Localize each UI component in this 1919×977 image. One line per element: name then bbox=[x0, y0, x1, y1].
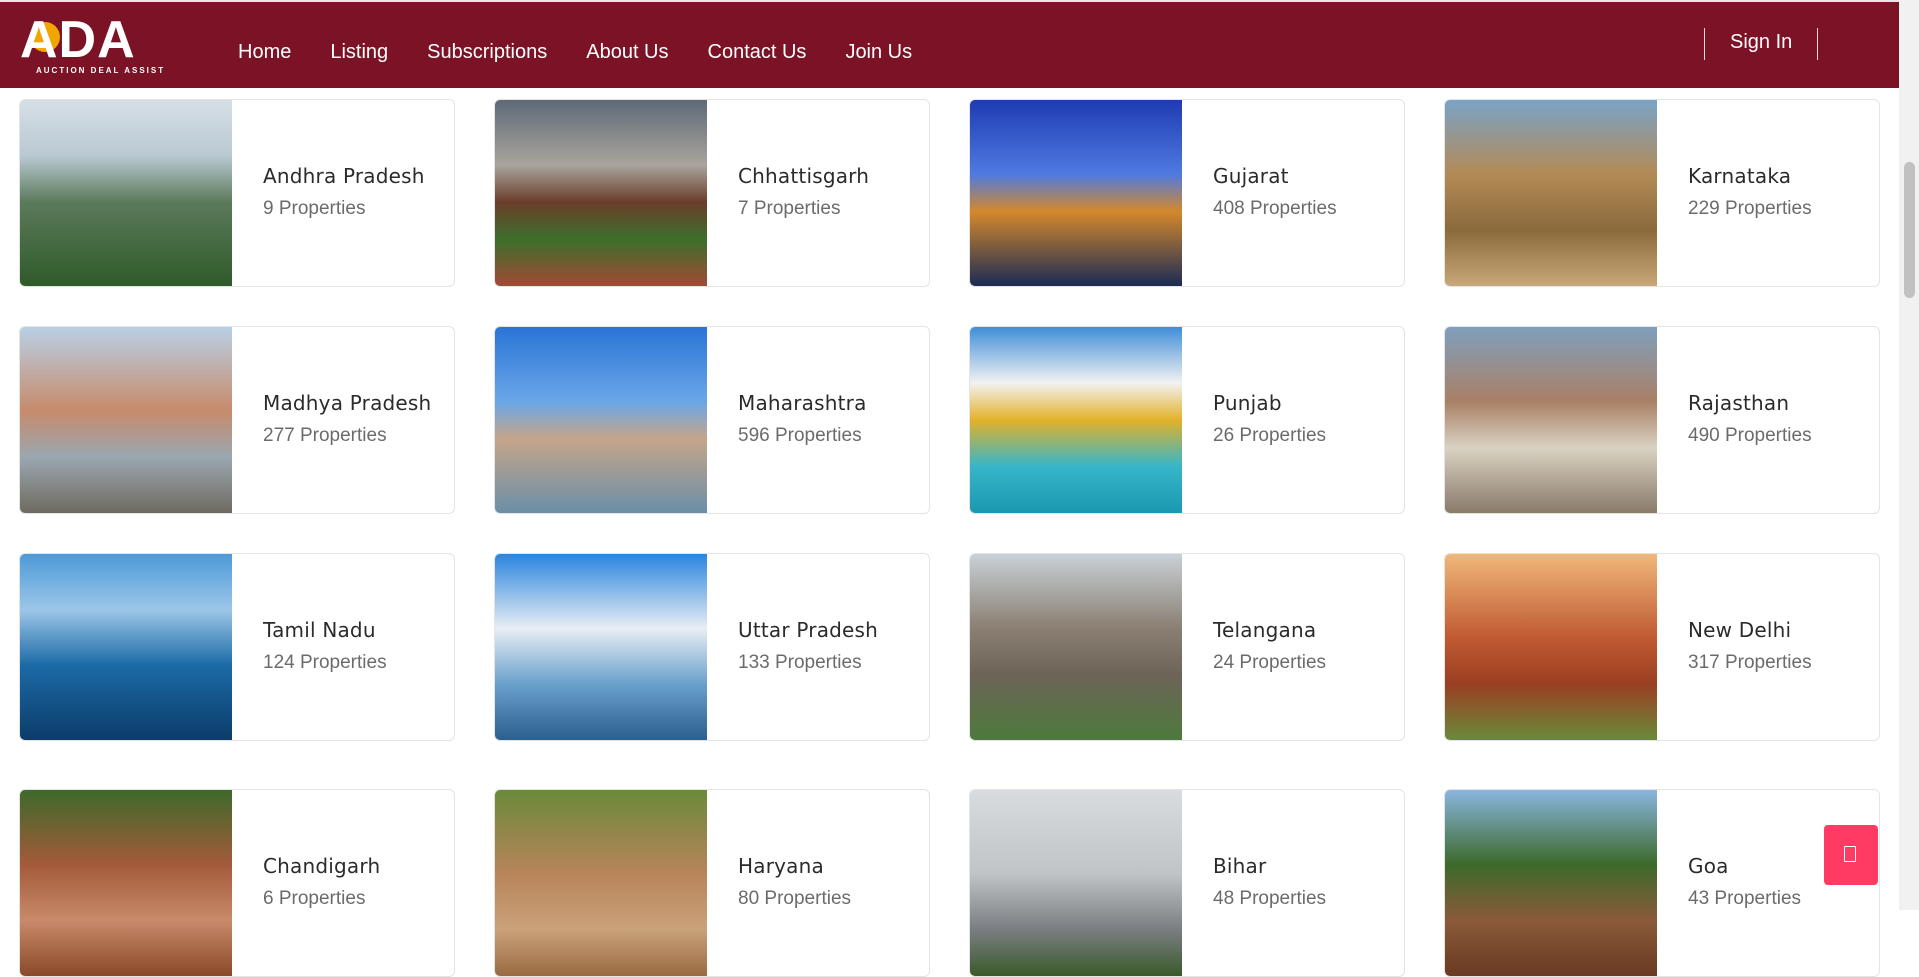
property-count: 408 Properties bbox=[1213, 198, 1337, 219]
state-card[interactable]: Andhra Pradesh 9 Properties bbox=[19, 99, 455, 287]
state-name[interactable]: Uttar Pradesh bbox=[738, 618, 878, 642]
state-info: Gujarat 408 Properties bbox=[1213, 164, 1337, 220]
state-image bbox=[970, 327, 1182, 513]
state-name[interactable]: Chhattisgarh bbox=[738, 164, 869, 188]
state-card[interactable]: Bihar 48 Properties bbox=[969, 789, 1405, 977]
state-card[interactable]: Chhattisgarh 7 Properties bbox=[494, 99, 930, 287]
state-info: Uttar Pradesh 133 Properties bbox=[738, 618, 878, 674]
state-image bbox=[970, 100, 1182, 286]
property-count: 277 Properties bbox=[263, 425, 387, 446]
state-card[interactable]: Rajasthan 490 Properties bbox=[1444, 326, 1880, 514]
state-image bbox=[970, 790, 1182, 976]
state-name[interactable]: Madhya Pradesh bbox=[263, 391, 431, 415]
state-image bbox=[1445, 327, 1657, 513]
nav-about-us[interactable]: About Us bbox=[586, 40, 668, 64]
state-image bbox=[1445, 790, 1657, 976]
property-count: 6 Properties bbox=[263, 888, 366, 909]
property-count: 80 Properties bbox=[738, 888, 852, 909]
state-name[interactable]: New Delhi bbox=[1688, 618, 1812, 642]
state-card[interactable]: Goa 43 Properties bbox=[1444, 789, 1880, 977]
property-count: 7 Properties bbox=[738, 198, 841, 219]
state-info: Telangana 24 Properties bbox=[1213, 618, 1326, 674]
state-name[interactable]: Telangana bbox=[1213, 618, 1326, 642]
state-image bbox=[495, 554, 707, 740]
nav-listing[interactable]: Listing bbox=[330, 40, 388, 64]
state-image bbox=[1445, 100, 1657, 286]
state-image bbox=[1445, 554, 1657, 740]
nav-home[interactable]: Home bbox=[238, 40, 291, 64]
state-image bbox=[20, 554, 232, 740]
nav-join-us[interactable]: Join Us bbox=[845, 40, 912, 64]
page-scrollbar[interactable] bbox=[1899, 0, 1919, 910]
floating-action-button[interactable] bbox=[1824, 825, 1878, 885]
property-count: 24 Properties bbox=[1213, 652, 1327, 673]
state-info: Karnataka 229 Properties bbox=[1688, 164, 1812, 220]
state-card[interactable]: Karnataka 229 Properties bbox=[1444, 99, 1880, 287]
header-divider-left bbox=[1704, 28, 1705, 60]
state-card[interactable]: Punjab 26 Properties bbox=[969, 326, 1405, 514]
state-image bbox=[495, 790, 707, 976]
site-header: ADA AUCTION DEAL ASSIST Home Listing Sub… bbox=[0, 0, 1899, 88]
state-info: Goa 43 Properties bbox=[1688, 854, 1801, 910]
property-count: 133 Properties bbox=[738, 652, 862, 673]
property-count: 26 Properties bbox=[1213, 425, 1327, 446]
nav-contact-us[interactable]: Contact Us bbox=[708, 40, 807, 64]
main-nav: Home Listing Subscriptions About Us Cont… bbox=[238, 40, 951, 64]
state-name[interactable]: Bihar bbox=[1213, 854, 1326, 878]
state-name[interactable]: Andhra Pradesh bbox=[263, 164, 425, 188]
ada-logo[interactable]: ADA AUCTION DEAL ASSIST bbox=[16, 11, 172, 78]
state-name[interactable]: Goa bbox=[1688, 854, 1801, 878]
copy-icon bbox=[1844, 846, 1856, 862]
state-info: Madhya Pradesh 277 Properties bbox=[263, 391, 431, 447]
state-card[interactable]: Gujarat 408 Properties bbox=[969, 99, 1405, 287]
state-card[interactable]: Maharashtra 596 Properties bbox=[494, 326, 930, 514]
property-count: 229 Properties bbox=[1688, 198, 1812, 219]
state-name[interactable]: Tamil Nadu bbox=[263, 618, 387, 642]
state-name[interactable]: Haryana bbox=[738, 854, 851, 878]
header-divider-right bbox=[1817, 28, 1818, 60]
state-info: Rajasthan 490 Properties bbox=[1688, 391, 1812, 447]
state-image bbox=[495, 100, 707, 286]
scrollbar-thumb[interactable] bbox=[1904, 162, 1915, 298]
state-info: Andhra Pradesh 9 Properties bbox=[263, 164, 425, 220]
state-card[interactable]: New Delhi 317 Properties bbox=[1444, 553, 1880, 741]
logo-text: ADA bbox=[20, 11, 136, 69]
state-info: Tamil Nadu 124 Properties bbox=[263, 618, 387, 674]
state-card[interactable]: Tamil Nadu 124 Properties bbox=[19, 553, 455, 741]
state-image bbox=[20, 327, 232, 513]
property-count: 124 Properties bbox=[263, 652, 387, 673]
logo-tagline: AUCTION DEAL ASSIST bbox=[36, 66, 166, 75]
sign-in-link[interactable]: Sign In bbox=[1730, 31, 1792, 54]
state-card[interactable]: Haryana 80 Properties bbox=[494, 789, 930, 977]
state-info: Maharashtra 596 Properties bbox=[738, 391, 867, 447]
nav-subscriptions[interactable]: Subscriptions bbox=[427, 40, 547, 64]
state-name[interactable]: Chandigarh bbox=[263, 854, 380, 878]
state-image bbox=[970, 554, 1182, 740]
property-count: 317 Properties bbox=[1688, 652, 1812, 673]
state-name[interactable]: Maharashtra bbox=[738, 391, 867, 415]
property-count: 490 Properties bbox=[1688, 425, 1812, 446]
state-card[interactable]: Telangana 24 Properties bbox=[969, 553, 1405, 741]
property-count: 48 Properties bbox=[1213, 888, 1327, 909]
state-info: New Delhi 317 Properties bbox=[1688, 618, 1812, 674]
state-image bbox=[20, 100, 232, 286]
state-name[interactable]: Karnataka bbox=[1688, 164, 1812, 188]
property-count: 9 Properties bbox=[263, 198, 366, 219]
state-image bbox=[20, 790, 232, 976]
state-info: Bihar 48 Properties bbox=[1213, 854, 1326, 910]
property-count: 43 Properties bbox=[1688, 888, 1802, 909]
state-name[interactable]: Rajasthan bbox=[1688, 391, 1812, 415]
state-info: Chhattisgarh 7 Properties bbox=[738, 164, 869, 220]
state-image bbox=[495, 327, 707, 513]
state-info: Chandigarh 6 Properties bbox=[263, 854, 380, 910]
state-card[interactable]: Chandigarh 6 Properties bbox=[19, 789, 455, 977]
state-card[interactable]: Madhya Pradesh 277 Properties bbox=[19, 326, 455, 514]
state-info: Punjab 26 Properties bbox=[1213, 391, 1326, 447]
state-card[interactable]: Uttar Pradesh 133 Properties bbox=[494, 553, 930, 741]
state-info: Haryana 80 Properties bbox=[738, 854, 851, 910]
state-name[interactable]: Gujarat bbox=[1213, 164, 1337, 188]
state-name[interactable]: Punjab bbox=[1213, 391, 1326, 415]
property-count: 596 Properties bbox=[738, 425, 862, 446]
